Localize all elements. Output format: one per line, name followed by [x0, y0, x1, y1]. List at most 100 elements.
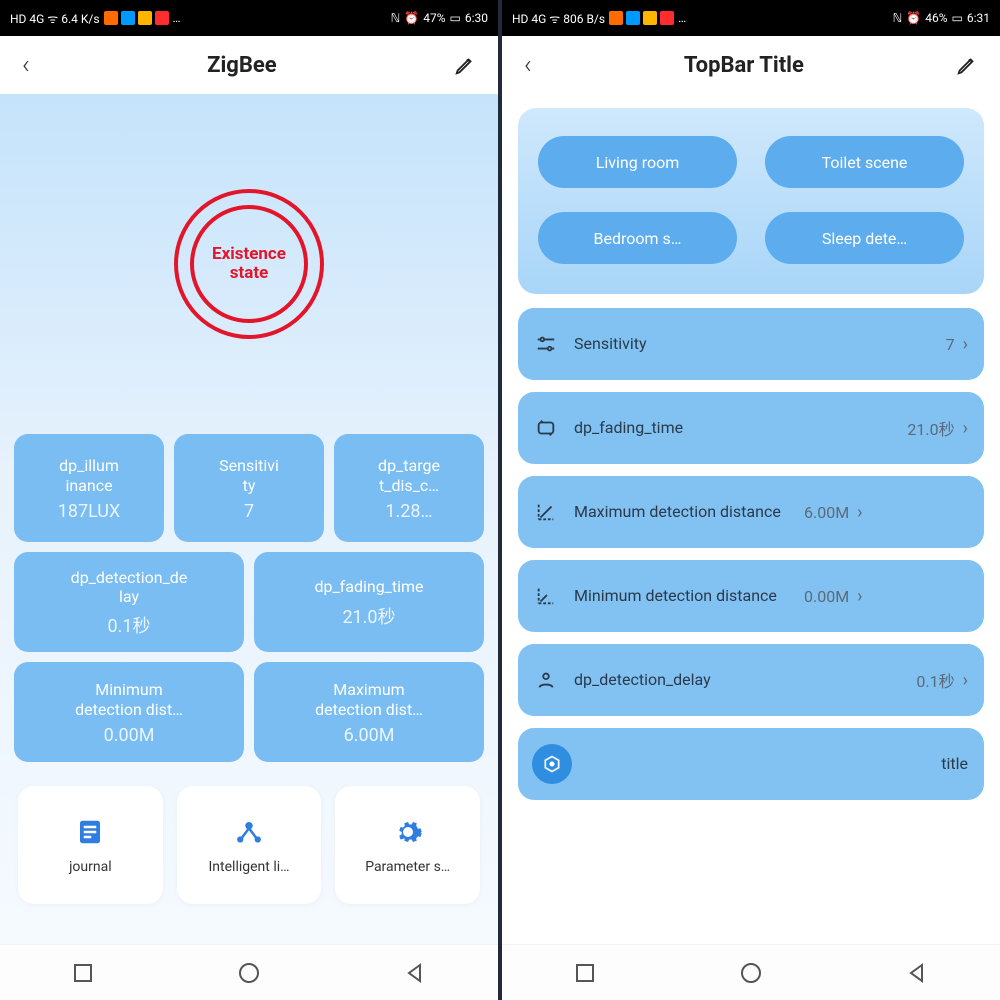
row-title[interactable]: title	[518, 728, 984, 800]
hex-icon	[532, 744, 572, 784]
tile-fading-time[interactable]: dp_fading_time 21.0秒	[254, 552, 484, 652]
tile-target-distance[interactable]: dp_targe t_dis_c… 1.28…	[334, 434, 484, 542]
more-icon: …	[678, 11, 687, 25]
parameter-button[interactable]: Parameter s…	[335, 786, 480, 904]
settings-list: Sensitivity 7 › dp_fading_time 21.0秒 › M…	[518, 308, 984, 800]
row-detection-delay[interactable]: dp_detection_delay 0.1秒 ›	[518, 644, 984, 716]
tile-label: Minimum detection dist…	[75, 680, 183, 718]
net-info: HD 4G ᯤ 6.4 K/s	[10, 10, 100, 27]
topbar: ‹ ZigBee	[0, 36, 498, 94]
tile-min-distance[interactable]: Minimum detection dist… 0.00M	[14, 662, 244, 762]
row-value: 0.00M	[804, 587, 849, 606]
row-value: 6.00M	[804, 503, 849, 522]
sliders-icon	[532, 330, 560, 358]
bottom-actions: journal Intelligent li… Parameter s…	[0, 786, 498, 904]
row-label: dp_detection_delay	[574, 670, 916, 690]
nfc-icon: ℕ	[893, 11, 903, 25]
nav-back-icon[interactable]	[904, 960, 930, 986]
nav-recent-icon[interactable]	[572, 960, 598, 986]
tile-label: dp_fading_time	[314, 577, 423, 596]
row-value: 0.1秒	[916, 668, 954, 692]
row-value: 21.0秒	[907, 416, 954, 440]
existence-state-indicator: Existence state	[174, 189, 324, 339]
tile-max-distance[interactable]: Maximum detection dist… 6.00M	[254, 662, 484, 762]
tile-detection-delay[interactable]: dp_detection_de lay 0.1秒	[14, 552, 244, 652]
scene-bedroom[interactable]: Bedroom s…	[538, 212, 737, 264]
chevron-right-icon: ›	[963, 670, 968, 691]
bottom-label: Parameter s…	[365, 859, 450, 875]
more-icon: …	[173, 11, 182, 25]
row-label: title	[586, 754, 968, 774]
left-phone: HD 4G ᯤ 6.4 K/s … ℕ ⏰ 47% ▭ 6:30 ‹ ZigBe…	[0, 0, 498, 1000]
tile-value: 0.1秒	[108, 612, 151, 638]
tile-label: dp_illum inance	[59, 456, 119, 494]
tile-sensitivity[interactable]: Sensitivi ty 7	[174, 434, 324, 542]
chevron-right-icon: ›	[857, 502, 862, 523]
right-phone: HD 4G ᯤ 806 B/s … ℕ ⏰ 46% ▭ 6:31 ‹ TopBa…	[502, 0, 1000, 1000]
status-bar: HD 4G ᯤ 806 B/s … ℕ ⏰ 46% ▭ 6:31	[502, 0, 1000, 36]
row-label: Minimum detection distance	[574, 586, 804, 606]
page-title: ZigBee	[207, 53, 277, 78]
alarm-icon: ⏰	[906, 11, 921, 25]
android-nav	[502, 944, 1000, 1000]
scene-card: Living room Toilet scene Bedroom s… Slee…	[518, 108, 984, 294]
person-icon	[532, 666, 560, 694]
tile-label: Sensitivi ty	[219, 456, 279, 494]
tile-row-3: Minimum detection dist… 0.00M Maximum de…	[0, 662, 498, 762]
chevron-right-icon: ›	[857, 586, 862, 607]
gear-icon	[391, 815, 425, 849]
back-icon[interactable]: ‹	[22, 50, 30, 80]
tile-value: 7	[244, 501, 254, 522]
row-max-distance[interactable]: Maximum detection distance 6.00M ›	[518, 476, 984, 548]
row-fading-time[interactable]: dp_fading_time 21.0秒 ›	[518, 392, 984, 464]
row-label: Sensitivity	[574, 334, 946, 354]
tile-illuminance[interactable]: dp_illum inance 187LUX	[14, 434, 164, 542]
right-body: Living room Toilet scene Bedroom s… Slee…	[502, 94, 1000, 944]
net-info: HD 4G ᯤ 806 B/s	[512, 10, 605, 27]
nav-home-icon[interactable]	[236, 960, 262, 986]
tile-label: Maximum detection dist…	[315, 680, 423, 718]
android-nav	[0, 944, 498, 1000]
distance-min-icon	[532, 582, 560, 610]
distance-max-icon	[532, 498, 560, 526]
row-label: Maximum detection distance	[574, 502, 804, 522]
tile-value: 1.28…	[385, 501, 432, 522]
tile-value: 21.0秒	[342, 603, 395, 629]
row-sensitivity[interactable]: Sensitivity 7 ›	[518, 308, 984, 380]
left-body: Existence state dp_illum inance 187LUX S…	[0, 94, 498, 944]
journal-icon	[73, 815, 107, 849]
clock: 6:30	[465, 11, 488, 25]
tile-label: dp_detection_de lay	[71, 568, 188, 606]
battery-pct: 47%	[423, 11, 445, 25]
journal-button[interactable]: journal	[18, 786, 163, 904]
tile-label: dp_targe t_dis_c…	[378, 456, 440, 494]
clock: 6:31	[967, 11, 990, 25]
loop-icon	[532, 414, 560, 442]
nfc-icon: ℕ	[391, 11, 401, 25]
nav-back-icon[interactable]	[402, 960, 428, 986]
chevron-right-icon: ›	[963, 418, 968, 439]
edit-icon[interactable]	[454, 54, 476, 76]
scene-toilet[interactable]: Toilet scene	[765, 136, 964, 188]
battery-icon: ▭	[952, 11, 963, 25]
row-value: 7	[946, 335, 955, 354]
intelligent-button[interactable]: Intelligent li…	[177, 786, 322, 904]
scene-living-room[interactable]: Living room	[538, 136, 737, 188]
edit-icon[interactable]	[956, 54, 978, 76]
status-app-icons	[609, 11, 674, 25]
back-icon[interactable]: ‹	[524, 50, 532, 80]
page-title: TopBar Title	[684, 53, 804, 78]
chevron-right-icon: ›	[963, 334, 968, 355]
tile-value: 187LUX	[58, 501, 121, 522]
row-min-distance[interactable]: Minimum detection distance 0.00M ›	[518, 560, 984, 632]
battery-pct: 46%	[925, 11, 947, 25]
tile-row-1: dp_illum inance 187LUX Sensitivi ty 7 dp…	[0, 434, 498, 542]
nav-home-icon[interactable]	[738, 960, 764, 986]
nav-recent-icon[interactable]	[70, 960, 96, 986]
battery-icon: ▭	[450, 11, 461, 25]
scene-sleep[interactable]: Sleep dete…	[765, 212, 964, 264]
network-icon	[232, 815, 266, 849]
bottom-label: Intelligent li…	[209, 859, 290, 875]
status-app-icons	[104, 11, 169, 25]
hero: Existence state	[0, 94, 498, 434]
